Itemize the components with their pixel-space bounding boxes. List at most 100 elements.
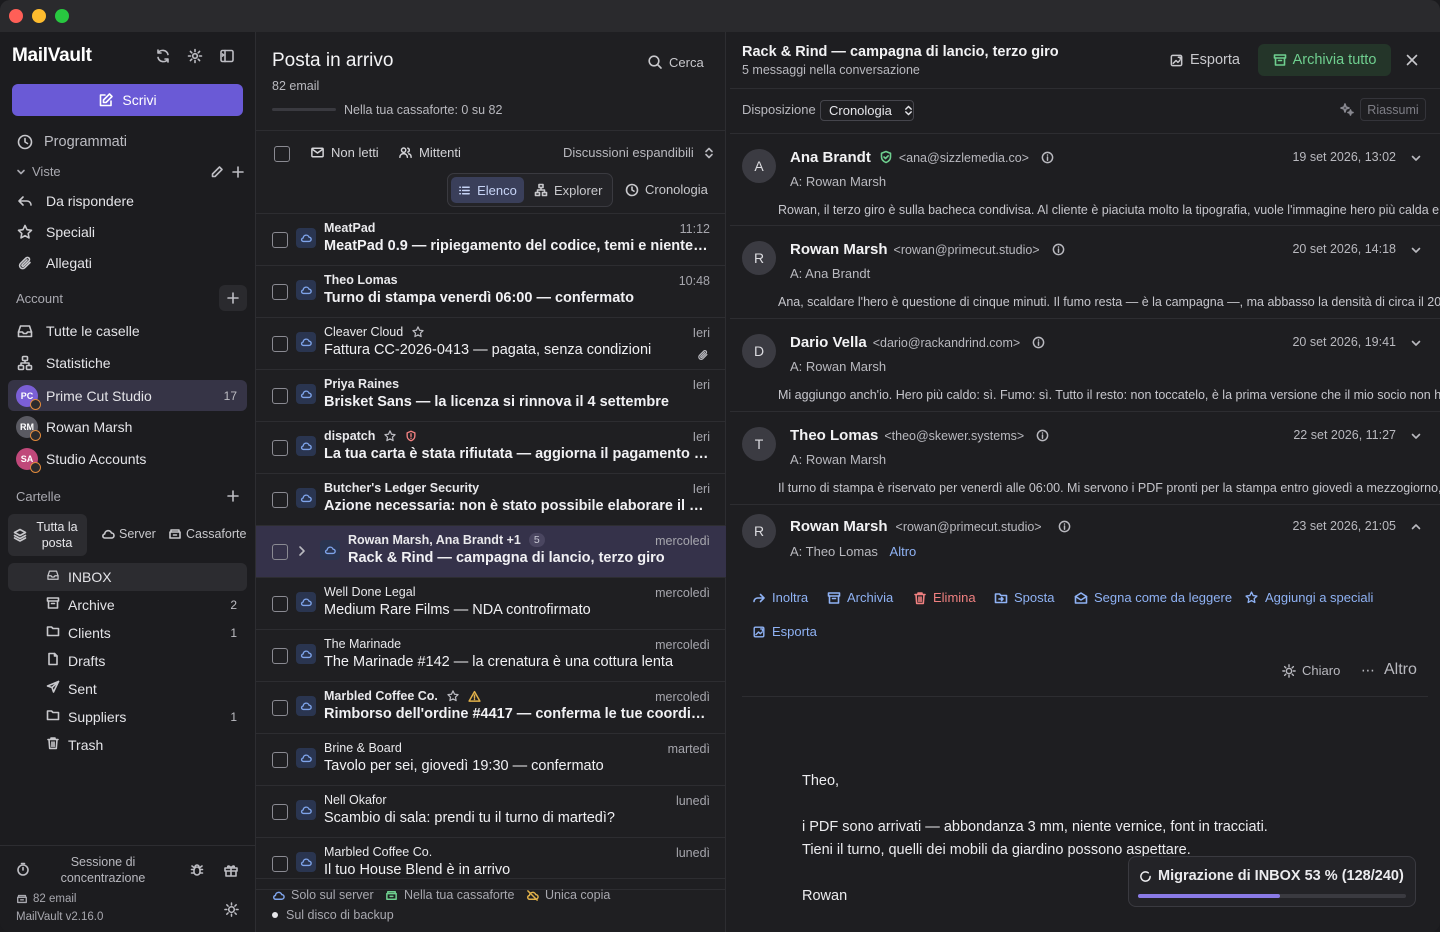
views-header[interactable]: Viste: [16, 164, 61, 179]
row-checkbox[interactable]: [272, 492, 288, 508]
row-checkbox[interactable]: [272, 440, 288, 456]
sidebar-item-account-rowan[interactable]: RM Rowan Marsh: [8, 413, 247, 441]
sidebar-item-stats[interactable]: Statistiche: [8, 349, 247, 377]
move-button[interactable]: Sposta: [994, 590, 1054, 605]
tab-timeline[interactable]: Cronologia: [625, 182, 708, 197]
sender-email[interactable]: <rowan@primecut.studio>: [894, 243, 1040, 257]
row-checkbox[interactable]: [272, 648, 288, 664]
chevron-down-icon[interactable]: [1410, 337, 1422, 349]
expand-thread-icon[interactable]: [297, 545, 307, 557]
row-checkbox[interactable]: [272, 544, 288, 560]
table-row[interactable]: Marbled Coffee Co. Il tuo House Blend è i…: [256, 838, 726, 890]
sender-name[interactable]: Ana Brandt: [790, 149, 871, 166]
star-button[interactable]: Aggiungi a speciali: [1244, 590, 1373, 605]
star-icon[interactable]: [446, 689, 460, 703]
summarize-button[interactable]: Riassumi: [1360, 98, 1426, 121]
row-checkbox[interactable]: [272, 388, 288, 404]
table-row[interactable]: Cleaver Cloud Fattura CC-2026-0413 — paga…: [256, 318, 726, 370]
close-window-button[interactable]: [9, 9, 23, 23]
select-all-checkbox[interactable]: [274, 146, 290, 162]
add-folder-icon[interactable]: [226, 489, 240, 503]
row-checkbox[interactable]: [272, 284, 288, 300]
folder-suppliers[interactable]: Suppliers 1: [8, 703, 247, 731]
row-checkbox[interactable]: [272, 336, 288, 352]
sender-name[interactable]: Rowan Marsh: [790, 241, 888, 258]
table-row[interactable]: Butcher's Ledger Security Azione necessar…: [256, 474, 726, 526]
row-checkbox[interactable]: [272, 596, 288, 612]
sender-name[interactable]: Rowan Marsh: [790, 518, 888, 535]
bug-icon[interactable]: [189, 862, 205, 878]
row-checkbox[interactable]: [272, 856, 288, 872]
info-icon[interactable]: [1052, 243, 1065, 256]
close-icon[interactable]: [1405, 53, 1419, 67]
info-icon[interactable]: [1041, 151, 1054, 164]
filter-unread[interactable]: Non letti: [310, 145, 379, 160]
sidebar-item-all-inboxes[interactable]: Tutte le caselle: [8, 317, 247, 345]
add-view-icon[interactable]: [231, 165, 245, 179]
table-row[interactable]: The Marinade The Marinade #142 — la crena…: [256, 630, 726, 682]
sender-email[interactable]: <dario@rackandrind.com>: [873, 336, 1021, 350]
table-row[interactable]: Priya Raines Brisket Sans — la licenza si…: [256, 370, 726, 422]
row-checkbox[interactable]: [272, 232, 288, 248]
export-button[interactable]: Esporta: [1169, 52, 1240, 68]
sender-email[interactable]: <ana@sizzlemedia.co>: [899, 151, 1029, 165]
edit-views-icon[interactable]: [210, 165, 224, 179]
sidebar-item-attachments[interactable]: Allegati: [8, 249, 247, 277]
table-row[interactable]: dispatch La tua carta è stata rifiutata —…: [256, 422, 726, 474]
filter-senders[interactable]: Mittenti: [398, 145, 461, 160]
thread-message[interactable]: A Ana Brandt <ana@sizzlemedia.co> A: Rowan …: [730, 133, 1440, 226]
chevron-down-icon[interactable]: [1410, 430, 1422, 442]
focus-session-button[interactable]: Sessione di concentrazione: [52, 854, 154, 886]
folder-drafts[interactable]: Drafts: [8, 647, 247, 675]
chevron-down-icon[interactable]: [1410, 244, 1422, 256]
star-icon[interactable]: [411, 325, 425, 339]
layout-select[interactable]: Cronologia: [820, 100, 914, 121]
table-row[interactable]: Rowan Marsh, Ana Brandt +1 5 Rack & Rind —…: [256, 526, 726, 578]
export-message-button[interactable]: Esporta: [752, 624, 817, 639]
threads-select[interactable]: Discussioni espandibili: [563, 145, 714, 160]
mark-unread-button[interactable]: Segna come da leggere: [1074, 590, 1232, 605]
gear-icon[interactable]: [187, 48, 203, 64]
folder-archive[interactable]: Archive 2: [8, 591, 247, 619]
compose-button[interactable]: Scrivi: [12, 84, 243, 116]
table-row[interactable]: Theo Lomas Turno di stampa venerdì 06:00 …: [256, 266, 726, 318]
folder-trash[interactable]: Trash: [8, 731, 247, 759]
folder-tab-server[interactable]: Server: [101, 527, 156, 541]
sidebar-item-reply[interactable]: Da rispondere: [8, 187, 247, 215]
sender-email[interactable]: <rowan@primecut.studio>: [896, 520, 1042, 534]
thread-message[interactable]: D Dario Vella <dario@rackandrind.com> A: Ro…: [730, 319, 1440, 412]
archive-button[interactable]: Archivia: [827, 590, 893, 605]
info-icon[interactable]: [1032, 336, 1045, 349]
sync-icon[interactable]: [155, 48, 171, 64]
chevron-up-icon[interactable]: [1410, 521, 1422, 533]
add-account-button[interactable]: [219, 285, 247, 311]
sidebar-toggle-icon[interactable]: [219, 48, 235, 64]
info-icon[interactable]: [1036, 429, 1049, 442]
tab-explorer[interactable]: Explorer: [534, 177, 602, 203]
theme-toggle[interactable]: Chiaro: [1282, 663, 1340, 678]
table-row[interactable]: Brine & Board Tavolo per sei, giovedì 19:…: [256, 734, 726, 786]
sender-name[interactable]: Theo Lomas: [790, 427, 878, 444]
timer-icon[interactable]: [16, 862, 30, 876]
row-checkbox[interactable]: [272, 804, 288, 820]
sidebar-item-account-prime-cut[interactable]: PC Prime Cut Studio 17: [8, 380, 247, 411]
more-recipients-link[interactable]: Altro: [890, 544, 917, 559]
minimize-window-button[interactable]: [32, 9, 46, 23]
row-checkbox[interactable]: [272, 700, 288, 716]
zoom-window-button[interactable]: [55, 9, 69, 23]
sun-icon[interactable]: [224, 902, 239, 917]
archive-all-button[interactable]: Archivia tutto: [1258, 44, 1391, 76]
folder-tab-vault[interactable]: Cassaforte: [168, 527, 246, 541]
delete-button[interactable]: Elimina: [913, 590, 976, 605]
star-icon[interactable]: [383, 429, 397, 443]
table-row[interactable]: Marbled Coffee Co. Rimborso dell'ordine #…: [256, 682, 726, 734]
folder-tab-all[interactable]: Tutta la posta: [8, 514, 87, 556]
table-row[interactable]: Nell Okafor Scambio di sala: prendi tu il…: [256, 786, 726, 838]
tab-list[interactable]: Elenco: [451, 177, 524, 203]
thread-message[interactable]: T Theo Lomas <theo@skewer.systems> A: Rowan…: [730, 412, 1440, 505]
forward-button[interactable]: Inoltra: [752, 590, 808, 605]
sidebar-item-scheduled[interactable]: Programmati: [8, 128, 247, 156]
sender-email[interactable]: <theo@skewer.systems>: [884, 429, 1024, 443]
more-button[interactable]: ⋯ Altro: [1361, 661, 1417, 679]
thread-message[interactable]: R Rowan Marsh <rowan@primecut.studio> A: An…: [730, 226, 1440, 319]
